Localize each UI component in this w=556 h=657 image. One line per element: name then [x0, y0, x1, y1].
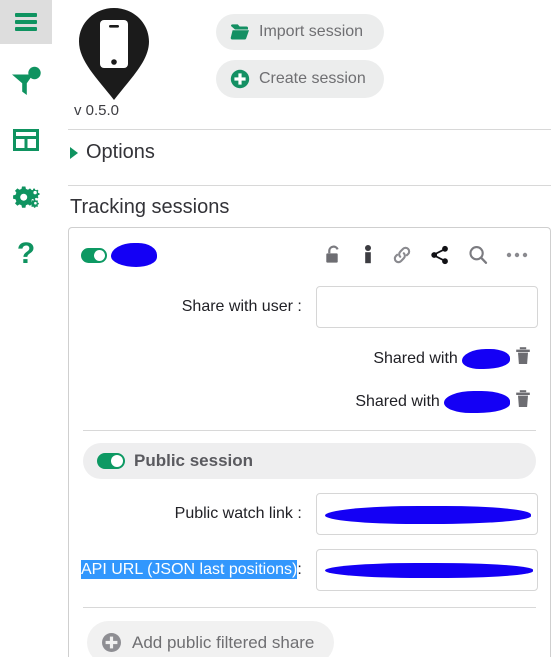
- map-pin-phone-logo: [79, 8, 149, 100]
- value-redacted: [324, 506, 531, 524]
- options-section-toggle[interactable]: Options: [68, 130, 551, 175]
- shared-with-label: Shared with: [355, 392, 440, 410]
- logo: [68, 4, 160, 102]
- shared-with-entry: Shared with: [81, 346, 538, 371]
- api-url-separator: :: [297, 561, 302, 578]
- session-enabled-toggle[interactable]: [81, 247, 107, 263]
- trash-icon[interactable]: [514, 346, 532, 371]
- shared-with-label: Shared with: [373, 349, 458, 367]
- header-actions: Import session Create session: [216, 4, 384, 98]
- api-url-label: API URL (JSON last positions):: [81, 560, 302, 579]
- sidebar-item-filter[interactable]: [0, 56, 52, 108]
- tracking-sessions-title: Tracking sessions: [70, 196, 230, 218]
- version-label: v 0.5.0: [74, 102, 120, 119]
- shared-user-redacted: [461, 348, 510, 369]
- session-card-header: [81, 238, 538, 272]
- add-public-filtered-share-button[interactable]: Add public filtered share: [87, 621, 335, 657]
- public-session-toggle[interactable]: [97, 453, 125, 469]
- value-redacted: [324, 563, 533, 578]
- public-watch-link-row: Public watch link :: [81, 493, 538, 535]
- create-session-button[interactable]: Create session: [216, 60, 384, 98]
- folder-open-icon: [230, 24, 249, 40]
- page-header: Import session Create session: [68, 0, 551, 104]
- app-root: ? Import session Create session v 0.5.0 …: [0, 0, 556, 657]
- sidebar-item-help[interactable]: ?: [0, 228, 52, 280]
- share-with-user-input[interactable]: [315, 286, 538, 328]
- session-card: Share with user : Shared with Shared wit…: [68, 227, 551, 657]
- plus-circle-icon: [230, 69, 250, 89]
- shared-with-entry: Shared with: [81, 389, 538, 414]
- create-session-label: Create session: [259, 70, 366, 87]
- public-session-row[interactable]: Public session: [83, 443, 536, 479]
- import-session-button[interactable]: Import session: [216, 14, 384, 50]
- unlock-icon[interactable]: [323, 244, 345, 266]
- session-divider: [83, 430, 536, 431]
- sidebar: ?: [0, 0, 52, 650]
- public-watch-link-label: Public watch link :: [174, 505, 302, 522]
- options-label: Options: [86, 141, 155, 163]
- hamburger-icon: [15, 10, 37, 34]
- more-options-icon[interactable]: [506, 251, 528, 259]
- person-icon[interactable]: [362, 244, 374, 266]
- api-url-input[interactable]: [315, 549, 538, 591]
- public-share-divider: [83, 607, 536, 608]
- public-session-label: Public session: [134, 451, 254, 470]
- trash-icon[interactable]: [514, 389, 532, 414]
- question-mark-icon: ?: [16, 237, 36, 270]
- share-with-user-label: Share with user :: [181, 298, 302, 315]
- gears-icon: [13, 186, 40, 208]
- api-url-label-text: API URL (JSON last positions): [81, 560, 298, 579]
- shared-user-redacted: [443, 390, 510, 413]
- session-name-redacted: [111, 243, 157, 267]
- public-watch-link-input[interactable]: [315, 493, 538, 535]
- share-with-user-row: Share with user :: [81, 286, 538, 328]
- sidebar-item-table[interactable]: [0, 114, 52, 166]
- funnel-icon: [12, 66, 41, 95]
- sidebar-item-settings[interactable]: [0, 172, 52, 224]
- table-grid-icon: [13, 129, 39, 151]
- session-action-icons: [323, 244, 538, 266]
- link-icon[interactable]: [391, 244, 413, 266]
- main-content: Import session Create session v 0.5.0 Op…: [52, 0, 556, 657]
- share-icon[interactable]: [430, 245, 450, 265]
- sidebar-item-menu-toggle[interactable]: [0, 0, 52, 44]
- import-session-label: Import session: [259, 23, 364, 40]
- triangle-right-icon: [70, 146, 78, 159]
- api-url-row: API URL (JSON last positions):: [81, 549, 538, 591]
- search-icon[interactable]: [467, 244, 489, 266]
